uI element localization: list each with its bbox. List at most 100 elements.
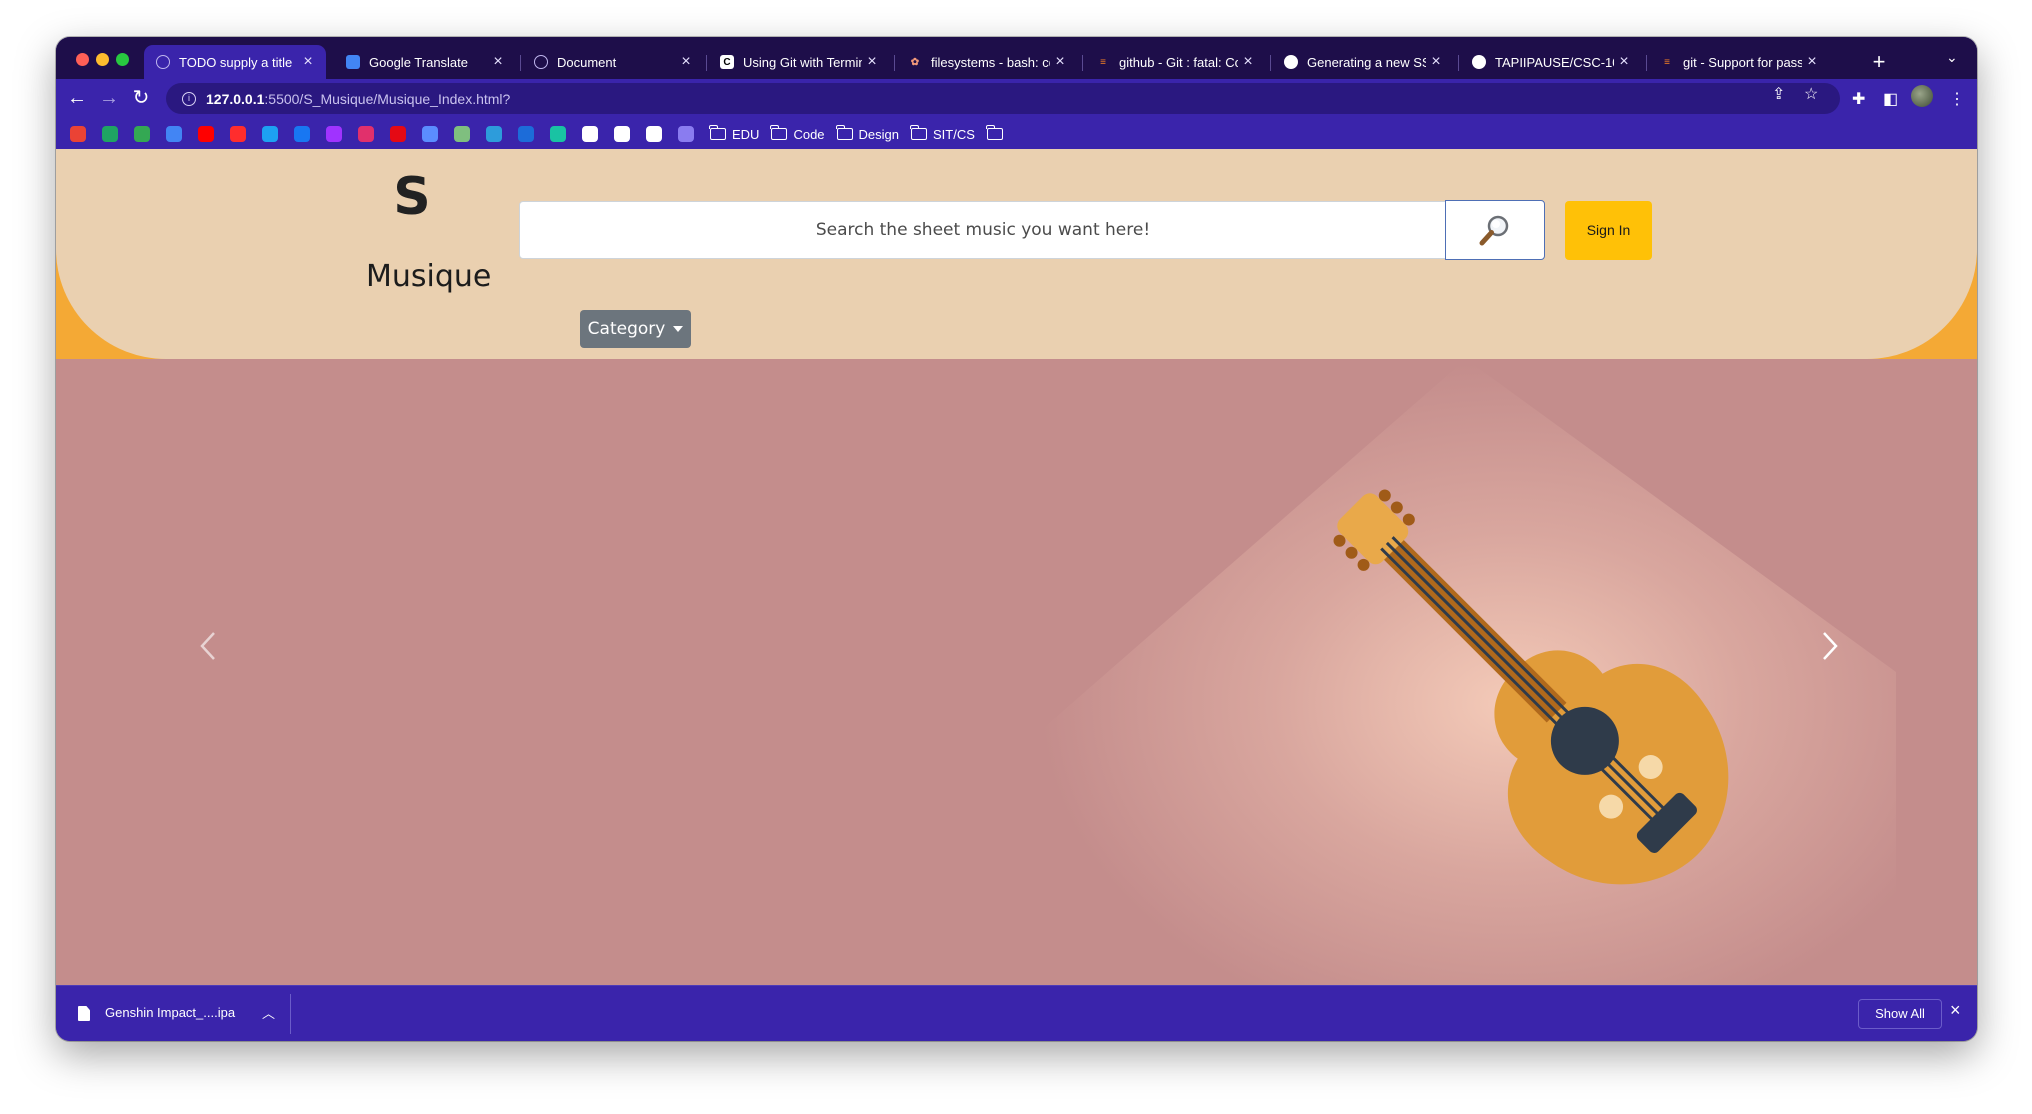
maximize-window-button[interactable] [116, 53, 129, 66]
profile-avatar[interactable] [1911, 85, 1933, 107]
bookmark-icon[interactable] [678, 126, 694, 142]
bookmark-icon[interactable] [486, 126, 502, 142]
reload-button[interactable]: ↻ [128, 85, 154, 111]
browser-tab[interactable]: ≡ github - Git : fatal: Co × [1084, 45, 1266, 79]
bookmark-star-icon[interactable]: ☆ [1804, 84, 1818, 104]
hero-carousel [56, 359, 1977, 985]
bookmark-icon[interactable] [422, 126, 438, 142]
extensions-puzzle-icon[interactable]: ✚ [1852, 89, 1865, 109]
tab-close-icon[interactable]: × [676, 53, 696, 71]
site-header-panel: S Musique Search the sheet music you wan… [56, 149, 1977, 359]
browser-tab[interactable]: Generating a new SSH× [1272, 45, 1454, 79]
bookmarks-bar: EDU Code Design SIT/CS [56, 119, 1977, 149]
bookmark-icon[interactable] [198, 126, 214, 142]
tab-title: TODO supply a title [179, 54, 293, 70]
tab-title: filesystems - bash: cd [931, 54, 1050, 70]
tab-title: Generating a new SSH [1307, 54, 1426, 70]
bookmark-icon[interactable] [326, 126, 342, 142]
bookmark-icon[interactable] [518, 126, 534, 142]
url-host: 127.0.0.1 [206, 90, 265, 107]
bookmark-icon[interactable] [134, 126, 150, 142]
page-viewport: S Musique Search the sheet music you wan… [56, 149, 1977, 985]
tab-title: Document [557, 54, 617, 70]
tab-close-icon[interactable]: × [1802, 53, 1822, 71]
carousel-next-icon[interactable] [1810, 621, 1850, 671]
logo-letter[interactable]: S [382, 167, 442, 227]
browser-tab[interactable]: Google Translate × [334, 45, 516, 79]
side-panel-icon[interactable]: ◧ [1883, 89, 1898, 109]
tab-close-icon[interactable]: × [298, 53, 318, 71]
tab-close-icon[interactable]: × [862, 53, 882, 71]
tab-close-icon[interactable]: × [1238, 53, 1258, 71]
bookmark-folder[interactable]: EDU [709, 125, 759, 142]
bookmark-folder[interactable] [985, 125, 1009, 140]
browser-toolbar: ← → ↻ i 127.0.0.1:5500/S_Musique/Musique… [56, 79, 1977, 119]
bookmark-icon[interactable] [550, 126, 566, 142]
tab-close-icon[interactable]: × [1614, 53, 1634, 71]
bookmark-icon[interactable] [294, 126, 310, 142]
browser-tab[interactable]: TODO supply a title × [144, 45, 326, 79]
logo-name[interactable]: Musique [366, 259, 491, 294]
tab-title: github - Git : fatal: Co [1119, 54, 1238, 70]
tab-separator [520, 55, 521, 71]
tab-separator [894, 55, 895, 71]
github-icon [1284, 55, 1298, 69]
bookmark-icon[interactable] [230, 126, 246, 142]
tab-title: Google Translate [369, 54, 469, 70]
share-icon[interactable]: ⇪ [1772, 84, 1785, 104]
stackoverflow-icon: ≡ [1664, 56, 1670, 68]
browser-tab[interactable]: Document × [522, 45, 704, 79]
new-tab-button[interactable]: + [1866, 49, 1892, 75]
bookmark-icon[interactable] [646, 126, 662, 142]
bookmark-folder-label: Design [858, 126, 899, 142]
site-info-icon[interactable]: i [182, 91, 196, 106]
bookmark-icon[interactable] [390, 126, 406, 142]
close-window-button[interactable] [76, 53, 89, 66]
globe-icon [156, 55, 170, 69]
browser-tab[interactable]: TAPIIPAUSE/CSC-105 × [1460, 45, 1642, 79]
tab-close-icon[interactable]: × [1050, 53, 1070, 71]
browser-menu-icon[interactable]: ⋮ [1949, 89, 1965, 109]
tab-title: Using Git with Termina [743, 54, 862, 70]
minimize-window-button[interactable] [96, 53, 109, 66]
bookmark-icon[interactable] [614, 126, 630, 142]
browser-tab[interactable]: ≡ git - Support for passw × [1648, 45, 1830, 79]
bookmark-folder-label: Code [793, 126, 825, 142]
tab-search-chevron-icon[interactable]: ⌄ [1946, 49, 1958, 66]
bookmark-icon[interactable] [358, 126, 374, 142]
tab-close-icon[interactable]: × [1426, 53, 1446, 71]
forward-button[interactable]: → [96, 85, 122, 111]
tab-separator [1082, 55, 1083, 71]
tab-separator [706, 55, 707, 71]
browser-tab[interactable]: ✿ filesystems - bash: cd × [896, 45, 1078, 79]
chevron-up-icon[interactable]: ︿ [262, 1003, 275, 1022]
tab-close-icon[interactable]: × [488, 53, 508, 71]
address-bar[interactable]: i 127.0.0.1:5500/S_Musique/Musique_Index… [166, 83, 1840, 114]
browser-tab[interactable]: C Using Git with Termina × [708, 45, 890, 79]
askubuntu-icon: ✿ [910, 56, 920, 68]
category-dropdown[interactable]: Category [580, 310, 691, 348]
back-button[interactable]: ← [64, 85, 90, 111]
bookmark-icon[interactable] [582, 126, 598, 142]
sign-in-button[interactable]: Sign In [1565, 201, 1652, 260]
folder-icon [770, 125, 788, 140]
show-all-button[interactable]: Show All [1858, 999, 1942, 1029]
bookmark-icon[interactable] [166, 126, 182, 142]
bookmark-icon[interactable] [102, 126, 118, 142]
download-file-name[interactable]: Genshin Impact_....ipa [105, 1005, 235, 1020]
bookmark-folder[interactable]: Code [770, 125, 825, 142]
bookmark-icon[interactable] [262, 126, 278, 142]
folder-icon [709, 125, 726, 140]
site-header: S Musique Search the sheet music you wan… [56, 149, 1977, 359]
search-input[interactable]: Search the sheet music you want here! [519, 201, 1447, 259]
carousel-prev-icon[interactable] [188, 621, 228, 671]
globe-icon [534, 55, 548, 69]
bookmark-folder[interactable]: Design [835, 125, 899, 142]
bookmark-icon[interactable] [70, 126, 86, 142]
close-shelf-icon[interactable]: × [1950, 1000, 1961, 1021]
stackoverflow-icon: ≡ [1100, 56, 1106, 68]
bookmark-icon[interactable] [454, 126, 470, 142]
bookmark-folder[interactable]: SIT/CS [910, 125, 975, 142]
shelf-divider [290, 994, 291, 1034]
search-button[interactable] [1445, 200, 1545, 260]
